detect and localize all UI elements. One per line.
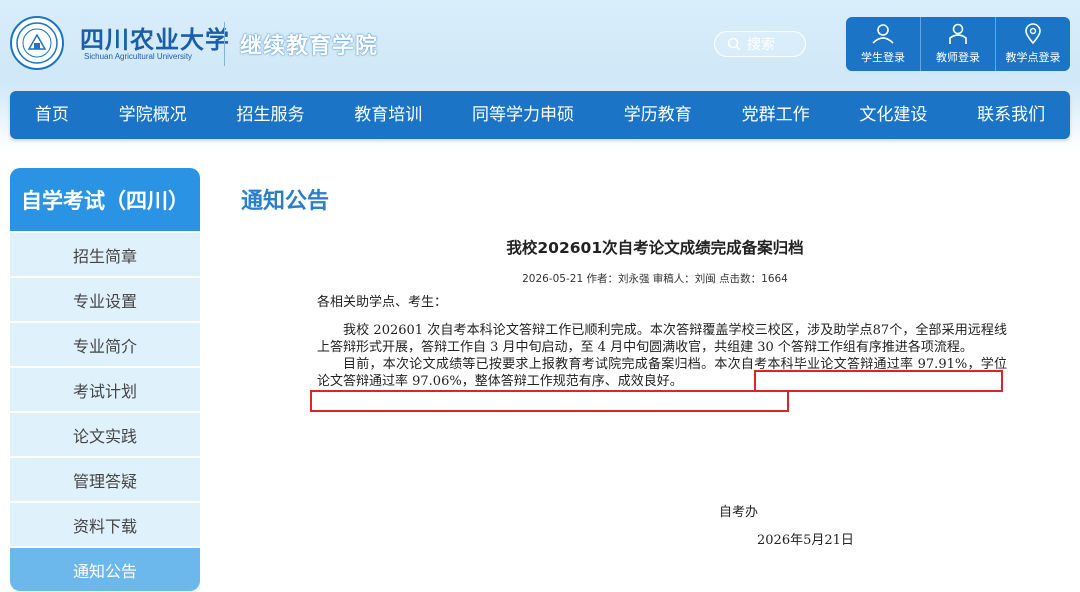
student-login-label: 学生登录 — [861, 51, 905, 64]
nav-item-culture[interactable]: 文化建设 — [834, 91, 952, 139]
search-placeholder: 搜索 — [747, 37, 775, 53]
nav-item-home[interactable]: 首页 — [10, 91, 94, 139]
sidebar-item-faq[interactable]: 管理答疑 — [10, 458, 200, 501]
center-login-label: 教学点登录 — [1005, 51, 1061, 64]
sidebar-item-thesis-practice[interactable]: 论文实践 — [10, 413, 200, 456]
sidebar-title: 自学考试（四川） — [10, 168, 200, 231]
highlight-box — [754, 370, 1003, 392]
article-paragraph: 我校 202601 次自考本科论文答辩工作已顺利完成。本次答辩覆盖学校三校区，涉… — [317, 323, 1007, 355]
center-login-button[interactable]: 教学点登录 — [996, 17, 1070, 71]
nav-item-contact[interactable]: 联系我们 — [952, 91, 1070, 139]
university-name-en: Sichuan Agricultural University — [84, 52, 193, 61]
student-login-button[interactable]: 学生登录 — [846, 17, 921, 71]
article-signoff: 自考办 — [719, 505, 759, 520]
university-name-cn: 四川农业大学 — [80, 25, 230, 54]
teacher-icon — [949, 23, 967, 44]
sidebar-item-admission-guide[interactable]: 招生简章 — [10, 233, 200, 276]
nav-item-party-work[interactable]: 党群工作 — [717, 91, 835, 139]
sidebar-item-notices[interactable]: 通知公告 — [10, 548, 200, 591]
location-pin-icon — [1025, 23, 1041, 45]
university-seal-logo[interactable] — [10, 16, 64, 70]
nav-item-overview[interactable]: 学院概况 — [94, 91, 212, 139]
teacher-login-label: 教师登录 — [936, 51, 980, 64]
teacher-login-button[interactable]: 教师登录 — [921, 17, 996, 71]
search-input[interactable]: 搜索 — [714, 31, 806, 57]
sidebar: 自学考试（四川） 招生简章 专业设置 专业简介 考试计划 论文实践 管理答疑 资… — [10, 168, 200, 591]
sidebar-item-major-intro[interactable]: 专业简介 — [10, 323, 200, 366]
article-title: 我校202601次自考论文成绩完成备案归档 — [506, 239, 804, 257]
sidebar-item-majors[interactable]: 专业设置 — [10, 278, 200, 321]
user-icon — [872, 24, 894, 44]
highlight-box — [310, 390, 789, 412]
nav-item-admissions[interactable]: 招生服务 — [212, 91, 330, 139]
section-title: 通知公告 — [241, 189, 330, 214]
nav-item-equivalent-degree[interactable]: 同等学力申硕 — [447, 91, 599, 139]
article-salutation: 各相关助学点、考生： — [317, 295, 448, 310]
main-nav: 首页 学院概况 招生服务 教育培训 同等学力申硕 学历教育 党群工作 文化建设 … — [10, 91, 1070, 139]
nav-item-degree-education[interactable]: 学历教育 — [599, 91, 717, 139]
search-icon — [727, 37, 741, 51]
logo-divider — [224, 22, 225, 66]
college-name: 继续教育学院 — [240, 34, 379, 59]
sidebar-item-downloads[interactable]: 资料下载 — [10, 503, 200, 546]
sidebar-item-exam-plan[interactable]: 考试计划 — [10, 368, 200, 411]
nav-item-training[interactable]: 教育培训 — [329, 91, 447, 139]
article-meta: 2026-05-21 作者：刘永强 审稿人：刘闽 点击数：1664 — [522, 273, 788, 285]
login-panel: 学生登录 教师登录 教学点登录 — [846, 17, 1070, 71]
article-date: 2026年5月21日 — [757, 533, 854, 548]
